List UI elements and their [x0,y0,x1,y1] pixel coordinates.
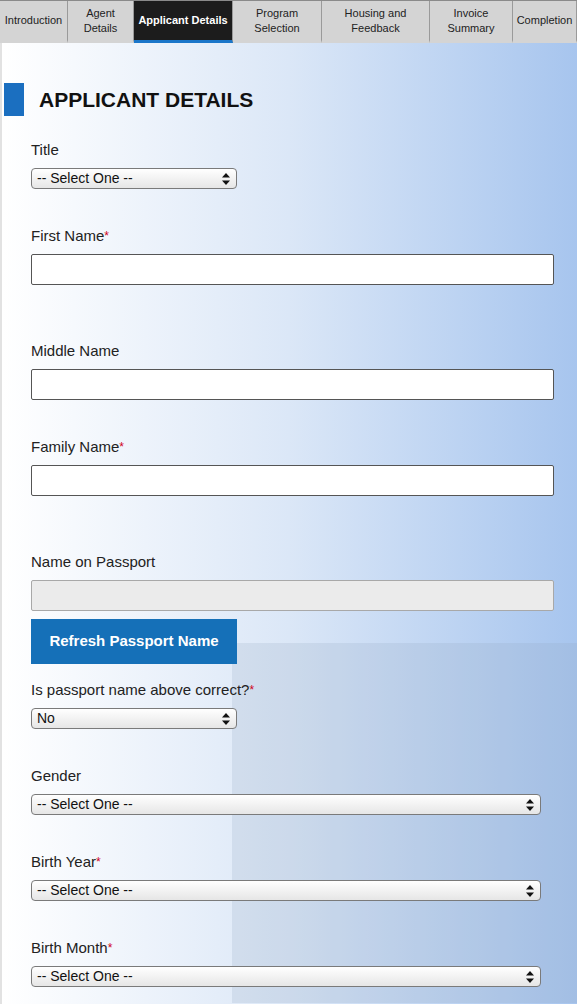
select-value: No [37,710,55,727]
select-box[interactable]: No [31,708,237,729]
field-label: Family Name* [31,438,577,456]
select-box[interactable]: -- Select One -- [31,168,237,189]
field-label: Birth Month* [31,939,577,957]
form-field: First Name* [31,227,577,285]
label-text: Birth Year [31,853,96,870]
form-field: Is passport name above correct?* No [31,681,577,729]
text-input[interactable] [31,254,554,285]
field-label: Name on Passport [31,553,577,571]
label-text: Name on Passport [31,553,155,570]
tab-label: Introduction [5,13,62,28]
select-value: -- Select One -- [37,170,133,187]
tab-label: Applicant Details [138,13,227,28]
label-text: Birth Month [31,939,108,956]
dropdown-arrow-icon [526,885,534,897]
text-input[interactable] [31,369,554,400]
applicant-form: Title-- Select One --First Name*Middle N… [2,141,577,1004]
step-tab[interactable]: Agent Details [68,1,134,43]
field-label: Is passport name above correct?* [31,681,577,699]
tab-label: Housing and Feedback [325,6,426,36]
select-box[interactable]: -- Select One -- [31,880,541,901]
field-label: Birth Year* [31,853,577,871]
step-tab[interactable]: Invoice Summary [430,1,513,43]
step-tab[interactable]: Program Selection [233,1,322,43]
select-box[interactable]: -- Select One -- [31,966,541,987]
form-field: Family Name* [31,438,577,496]
heading-marker [4,83,24,116]
required-mark: * [119,440,124,454]
label-text: Middle Name [31,342,119,359]
label-text: Is passport name above correct? [31,681,249,698]
text-input[interactable] [31,465,554,496]
required-mark: * [104,229,109,243]
form-field: Name on Passport [31,553,577,611]
label-text: Title [31,141,59,158]
select-value: -- Select One -- [37,882,133,899]
label-text: First Name [31,227,104,244]
select-value: -- Select One -- [37,968,133,985]
field-label: First Name* [31,227,577,245]
step-tab[interactable]: Housing and Feedback [322,1,430,43]
select-box[interactable]: -- Select One -- [31,794,541,815]
required-mark: * [96,855,101,869]
label-text: Family Name [31,438,119,455]
required-mark: * [249,683,254,697]
dropdown-arrow-icon [222,713,230,725]
field-label: Gender [31,767,577,785]
form-field: Birth Year* -- Select One -- [31,853,577,901]
dropdown-arrow-icon [222,173,230,185]
step-tab[interactable]: Completion [513,1,577,43]
select-value: -- Select One -- [37,796,133,813]
tab-label: Completion [517,13,573,28]
field-label: Title [31,141,577,159]
dropdown-arrow-icon [526,799,534,811]
form-field: Gender -- Select One -- [31,767,577,815]
background-photo [232,643,577,1003]
tab-label: Program Selection [236,6,318,36]
tab-label: Invoice Summary [433,6,509,36]
form-field: Middle Name [31,342,577,400]
tab-label: Agent Details [71,6,130,36]
refresh-passport-button[interactable]: Refresh Passport Name [31,619,237,664]
step-tab[interactable]: Applicant Details [134,1,233,43]
form-field: Birth Month* -- Select One -- [31,939,577,987]
content-panel: APPLICANT DETAILS Title -- Select One -- F… [0,43,577,1004]
passport-name-input [31,580,554,611]
section-heading: APPLICANT DETAILS [39,87,253,113]
form-field: Title -- Select One -- [31,141,577,189]
dropdown-arrow-icon [526,971,534,983]
form-field: Refresh Passport Name [31,619,577,664]
field-label: Middle Name [31,342,577,360]
step-tab[interactable]: Introduction [0,1,68,43]
required-mark: * [108,941,113,955]
label-text: Gender [31,767,81,784]
step-tabs: Introduction Agent Details Applicant Detai… [0,0,577,43]
